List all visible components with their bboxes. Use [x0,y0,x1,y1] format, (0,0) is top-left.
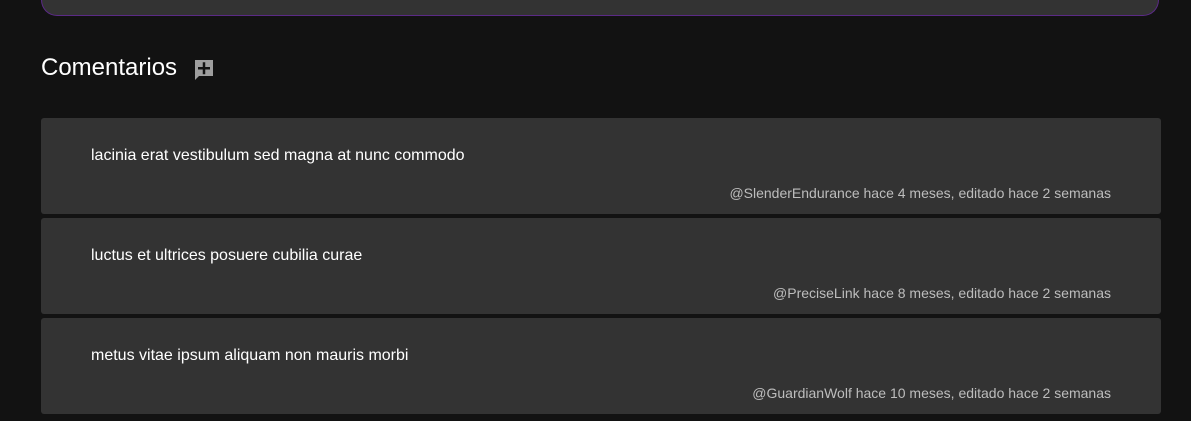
comment-meta: @GuardianWolf hace 10 meses, editado hac… [752,385,1111,401]
comment-text: metus vitae ipsum aliquam non mauris mor… [91,347,409,364]
comment-text: luctus et ultrices posuere cubilia curae [91,247,363,264]
comments-list: lacinia erat vestibulum sed magna at nun… [41,118,1161,418]
comment-card[interactable]: lacinia erat vestibulum sed magna at nun… [41,118,1161,214]
add-comment-button[interactable] [193,58,215,82]
comment-meta: @PreciseLink hace 8 meses, editado hace … [773,285,1111,301]
add-comment-icon [195,60,214,80]
comments-title: Comentarios [41,54,178,81]
previous-card [41,0,1159,16]
comment-text: lacinia erat vestibulum sed magna at nun… [91,147,465,164]
comment-meta: @SlenderEndurance hace 4 meses, editado … [729,185,1111,201]
comment-card[interactable]: luctus et ultrices posuere cubilia curae… [41,218,1161,314]
comments-header: Comentarios [41,52,215,84]
comment-card[interactable]: metus vitae ipsum aliquam non mauris mor… [41,318,1161,414]
